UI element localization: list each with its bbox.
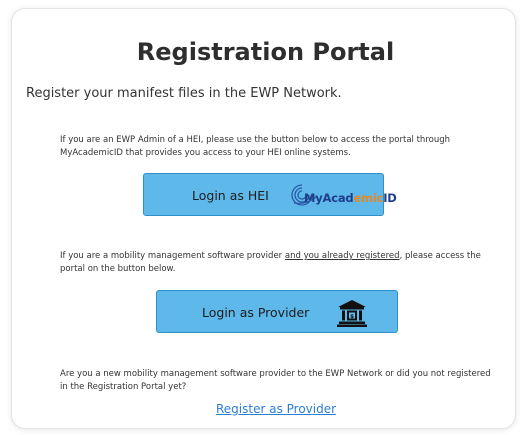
login-as-hei-button[interactable]: Login as HEI MyAcademicID <box>143 173 397 216</box>
new-provider-instructions: Are you a new mobility management softwa… <box>60 369 491 392</box>
page-subtitle: Register your manifest files in the EWP … <box>26 86 342 101</box>
registration-card <box>11 8 516 429</box>
myacademicid-logo-text: MyAcademicID <box>304 191 397 205</box>
login-as-provider-label: Login as Provider <box>202 305 310 320</box>
login-as-hei-label: Login as HEI <box>192 188 269 203</box>
register-as-provider-link[interactable]: Register as Provider <box>216 402 336 416</box>
svg-text:$: $ <box>350 314 354 320</box>
page-title: Registration Portal <box>136 38 395 66</box>
already-registered-emphasis: and you already registered <box>284 251 400 261</box>
bank-building-icon: $ <box>337 300 367 327</box>
login-as-provider-button[interactable]: Login as Provider $ <box>156 290 398 333</box>
hei-instructions: If you are an EWP Admin of a HEI, please… <box>60 135 450 158</box>
provider-instructions: If you are a mobility management softwar… <box>60 251 481 274</box>
